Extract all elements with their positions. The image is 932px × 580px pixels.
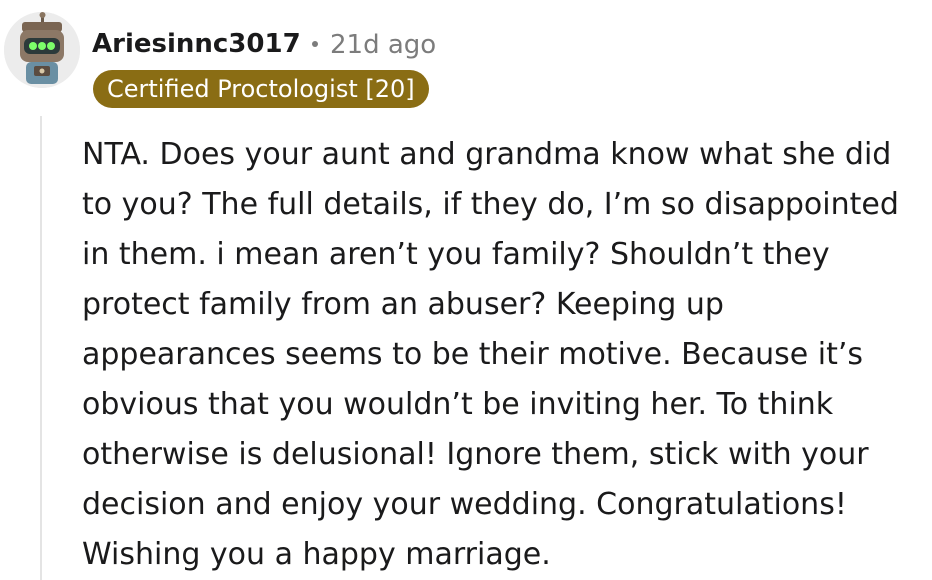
thread-collapse-line[interactable] [40, 116, 42, 580]
comment-meta: 21d ago [312, 28, 436, 62]
user-flair-badge: Certified Proctologist [20] [93, 70, 429, 108]
robot-avatar-icon [4, 12, 80, 88]
comment-timestamp[interactable]: 21d ago [330, 30, 436, 60]
separator-dot [312, 40, 318, 47]
comment-author-username[interactable]: Ariesinnc3017 [92, 27, 301, 61]
comment-body-text: NTA. Does your aunt and grandma know wha… [82, 137, 899, 572]
user-avatar[interactable] [4, 12, 80, 88]
